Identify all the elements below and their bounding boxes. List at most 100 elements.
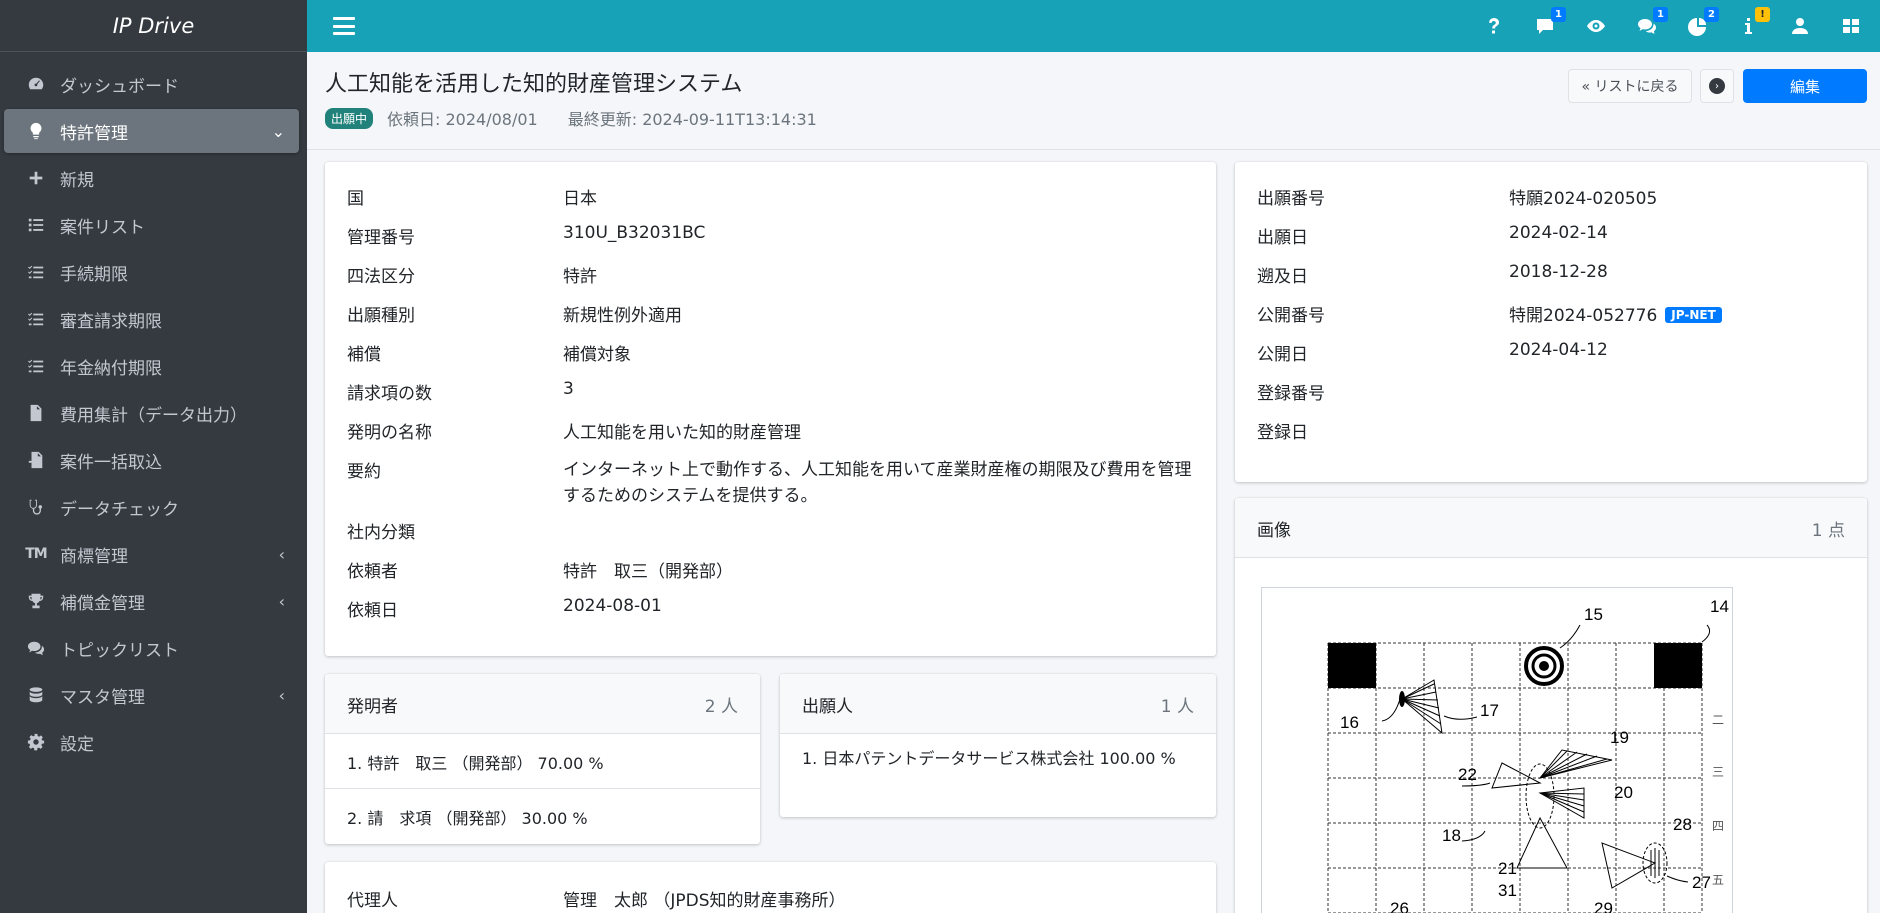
- detail-value: 新規性例外適用: [563, 306, 682, 326]
- user-icon[interactable]: [1789, 15, 1811, 37]
- sidebar-item-label: データチェック: [60, 499, 179, 520]
- sidebar-item-compensation-management[interactable]: 補償金管理 ‹: [4, 579, 299, 623]
- list-item: 1. 日本パテントデータサービス株式会社 100.00 %: [802, 749, 1176, 768]
- figure-label: 27: [1692, 873, 1711, 892]
- sidebar-item-bulk-import[interactable]: 案件一括取込: [4, 438, 299, 482]
- agent-value: 管理 太郎 （JPDS知的財産事務所）: [563, 891, 846, 911]
- dashboard-icon: [24, 74, 48, 94]
- app-brand[interactable]: IP Drive: [0, 0, 307, 52]
- menu-toggle-icon[interactable]: [333, 17, 355, 35]
- application-value: 特願2024-020505: [1509, 184, 1657, 209]
- images-card: 画像 1 点 15 14 16 17 19 22 20 28 18 21 27 …: [1235, 498, 1867, 913]
- applicants-card-header: 出願人 1 人: [780, 674, 1216, 734]
- application-label: 出願日: [1257, 228, 1308, 248]
- checklist-icon: [24, 356, 48, 376]
- inventors-title: 発明者: [347, 697, 398, 717]
- figure-label: 22: [1458, 765, 1477, 784]
- sidebar-item-procedure-deadline[interactable]: 手続期限: [4, 250, 299, 294]
- eye-icon[interactable]: [1585, 15, 1607, 37]
- detail-label: 依頼日: [347, 601, 398, 621]
- comments-icon[interactable]: 1: [1636, 7, 1668, 37]
- patent-figure-image[interactable]: 15 14 16 17 19 22 20 28 18 21 27 31 26 2…: [1261, 587, 1733, 913]
- chevron-left-icon: ‹: [278, 685, 285, 705]
- sidebar-item-topic-list[interactable]: トピックリスト: [4, 626, 299, 670]
- help-icon[interactable]: [1483, 15, 1505, 37]
- sidebar-item-label: ダッシュボード: [60, 76, 179, 97]
- details-card: 国 日本 管理番号 310U_B32031BC 四法区分 特許 出願種別 新規性例外適用 補償 補…: [325, 162, 1216, 656]
- trademark-icon: TM: [25, 546, 47, 562]
- sidebar-item-trademark-management[interactable]: TM 商標管理 ‹: [4, 532, 299, 576]
- list-icon: [24, 215, 48, 235]
- inventors-card-header: 発明者 2 人: [325, 674, 760, 734]
- applicants-title: 出願人: [802, 697, 853, 717]
- sidebar-item-patent-management[interactable]: 特許管理 ⌄: [4, 109, 299, 153]
- application-value: 2018-12-28: [1509, 262, 1608, 282]
- sidebar-item-label: 設定: [60, 734, 94, 755]
- page-title: 人工知能を活用した知的財産管理システム: [325, 72, 743, 97]
- figure-label: 29: [1594, 899, 1613, 913]
- application-value-text: 2024-02-14: [1509, 223, 1608, 243]
- applicants-count: 1 人: [1160, 697, 1194, 717]
- patent-drawing: 15 14 16 17 19 22 20 28 18 21 27 31 26 2…: [1327, 597, 1729, 913]
- application-label: 登録日: [1257, 423, 1308, 443]
- inventors-count: 2 人: [704, 697, 738, 717]
- sidebar-item-data-check[interactable]: データチェック: [4, 485, 299, 529]
- detail-label: 国: [347, 189, 364, 209]
- sidebar-nav: ダッシュボード 特許管理 ⌄ 新規 案件リスト 手続期限 審査請求期限 年金納付…: [0, 52, 307, 764]
- images-card-header: 画像 1 点: [1235, 498, 1867, 558]
- jpnet-badge[interactable]: JP-NET: [1665, 307, 1722, 323]
- sidebar-item-label: 新規: [60, 170, 94, 191]
- info-icon[interactable]: !: [1738, 7, 1770, 37]
- sidebar-item-label: 案件リスト: [60, 217, 145, 238]
- checklist-icon: [24, 262, 48, 282]
- sidebar-item-label: 手続期限: [60, 264, 128, 285]
- list-item: 1. 特許 取三 （開発部） 70.00 %: [325, 734, 760, 789]
- detail-value: 310U_B32031BC: [563, 223, 706, 243]
- sidebar-item-label: 補償金管理: [60, 593, 145, 614]
- application-value-text: 特願2024-020505: [1509, 189, 1658, 209]
- chevron-right-circle-icon: ›: [1709, 78, 1725, 94]
- detail-value: インターネット上で動作する、人工知能を用いて産業財産権の期限及び費用を管理するた…: [563, 460, 1192, 506]
- next-record-button[interactable]: ›: [1700, 69, 1734, 103]
- sidebar-item-new[interactable]: 新規: [4, 156, 299, 200]
- application-card: 出願番号 特願2024-020505 出願日 2024-02-14 遡及日 2018-12…: [1235, 162, 1867, 482]
- sidebar-item-label: マスタ管理: [60, 687, 145, 708]
- sidebar-item-dashboard[interactable]: ダッシュボード: [4, 62, 299, 106]
- pie-chart-icon[interactable]: 2: [1687, 7, 1719, 37]
- agent-card: 代理人 管理 太郎 （JPDS知的財産事務所）: [325, 862, 1216, 913]
- sidebar-item-settings[interactable]: 設定: [4, 720, 299, 764]
- status-badge: 出願中: [325, 107, 374, 129]
- detail-label: 依頼者: [347, 562, 398, 582]
- sidebar-item-exam-request-deadline[interactable]: 審査請求期限: [4, 297, 299, 341]
- figure-label: 26: [1390, 899, 1409, 913]
- sidebar-item-annuity-deadline[interactable]: 年金納付期限: [4, 344, 299, 388]
- sidebar-item-case-list[interactable]: 案件リスト: [4, 203, 299, 247]
- sidebar-item-cost-summary[interactable]: 費用集計（データ出力）: [4, 391, 299, 435]
- comments-badge: 1: [1653, 7, 1668, 22]
- grid-icon[interactable]: [1840, 15, 1862, 37]
- application-label: 出願番号: [1257, 189, 1325, 209]
- comment-icon[interactable]: 1: [1534, 7, 1566, 37]
- figure-side-mark: 四: [1712, 819, 1724, 833]
- detail-value: 2024-08-01: [563, 596, 662, 616]
- top-icon-bar: 1 1 2 !: [1454, 0, 1862, 52]
- lightbulb-icon: [24, 121, 48, 141]
- back-to-list-button[interactable]: « リストに戻る: [1568, 69, 1692, 103]
- info-badge: !: [1755, 7, 1770, 22]
- detail-label: 補償: [347, 345, 381, 365]
- database-icon: [24, 685, 48, 705]
- figure-label: 21: [1498, 859, 1517, 878]
- edit-button[interactable]: 編集: [1743, 69, 1867, 103]
- trophy-icon: [24, 591, 48, 611]
- comments-icon: [24, 638, 48, 658]
- sidebar-item-label: 案件一括取込: [60, 452, 162, 473]
- chevron-left-icon: ‹: [278, 544, 285, 564]
- chevron-left-icon: ‹: [278, 591, 285, 611]
- detail-label: 四法区分: [347, 267, 415, 287]
- sidebar-item-master-management[interactable]: マスタ管理 ‹: [4, 673, 299, 717]
- sidebar-item-label: 年金納付期限: [60, 358, 162, 379]
- figure-label: 16: [1340, 713, 1359, 732]
- list-item: 2. 請 求項 （開発部） 30.00 %: [347, 809, 588, 828]
- detail-value: 3: [563, 379, 574, 399]
- application-value-text: 2024-04-12: [1509, 340, 1608, 360]
